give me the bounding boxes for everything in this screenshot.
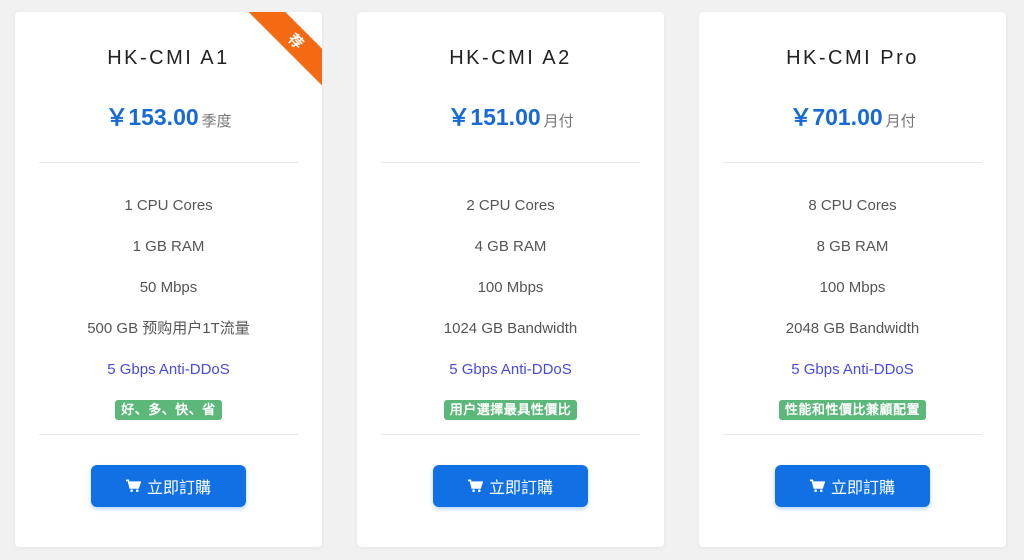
feature-list: 1 CPU Cores 1 GB RAM 50 Mbps 500 GB 预购用户… [15, 185, 322, 390]
plan-name: HK-CMI A2 [449, 47, 572, 69]
pricing-cards: 荐 HK-CMI A1 ￥153.00 季度 1 CPU Cores 1 GB R… [0, 0, 1024, 560]
feature-ram: 1 GB RAM [132, 238, 205, 255]
plan-card-hk-cmi-a1: 荐 HK-CMI A1 ￥153.00 季度 1 CPU Cores 1 GB R… [15, 12, 322, 547]
billing-period: 月付 [543, 113, 574, 130]
divider [39, 162, 298, 163]
plan-tag: 好、多、快、省 [115, 399, 222, 420]
order-now-label: 立即訂購 [488, 480, 553, 497]
divider [723, 162, 982, 163]
plan-price: ￥701.00 [789, 104, 883, 130]
plan-name: HK-CMI Pro [786, 47, 919, 69]
feature-bandwidth-speed: 100 Mbps [477, 279, 544, 296]
billing-period: 月付 [885, 113, 916, 130]
order-now-button[interactable]: 立即訂購 [91, 465, 246, 507]
tag-row: 性能和性價比兼顧配置 [699, 390, 1006, 430]
plan-name: HK-CMI A1 [107, 47, 230, 69]
feature-traffic: 2048 GB Bandwidth [785, 320, 920, 337]
feature-bandwidth-speed: 50 Mbps [139, 279, 198, 296]
feature-ram: 4 GB RAM [474, 238, 547, 255]
plan-price: ￥153.00 [105, 104, 199, 130]
plan-price: ￥151.00 [447, 104, 541, 130]
price-row: ￥153.00 季度 [15, 102, 322, 132]
order-now-button[interactable]: 立即訂購 [433, 465, 588, 507]
feature-bandwidth-speed: 100 Mbps [819, 279, 886, 296]
order-now-button[interactable]: 立即訂購 [775, 465, 930, 507]
shopping-cart-icon [467, 479, 483, 492]
divider [381, 434, 640, 435]
order-now-label: 立即訂購 [146, 480, 211, 497]
billing-period: 季度 [201, 113, 232, 130]
tag-row: 好、多、快、省 [15, 390, 322, 430]
feature-cpu: 1 CPU Cores [124, 197, 213, 214]
shopping-cart-icon [125, 479, 141, 492]
feature-list: 2 CPU Cores 4 GB RAM 100 Mbps 1024 GB Ba… [357, 185, 664, 390]
feature-ddos: 5 Gbps Anti-DDoS [449, 361, 572, 378]
plan-tag: 用户選擇最具性價比 [443, 399, 578, 420]
plan-card-hk-cmi-a2: HK-CMI A2 ￥151.00 月付 2 CPU Cores 4 GB RAM… [357, 12, 664, 547]
feature-cpu: 8 CPU Cores [808, 197, 897, 214]
price-row: ￥701.00 月付 [699, 102, 1006, 132]
feature-list: 8 CPU Cores 8 GB RAM 100 Mbps 2048 GB Ba… [699, 185, 1006, 390]
divider [39, 434, 298, 435]
tag-row: 用户選擇最具性價比 [357, 390, 664, 430]
feature-ram: 8 GB RAM [816, 238, 889, 255]
feature-traffic: 1024 GB Bandwidth [443, 320, 578, 337]
feature-traffic: 500 GB 预购用户1T流量 [87, 320, 250, 337]
divider [381, 162, 640, 163]
feature-ddos: 5 Gbps Anti-DDoS [791, 361, 914, 378]
shopping-cart-icon [809, 479, 825, 492]
price-row: ￥151.00 月付 [357, 102, 664, 132]
divider [723, 434, 982, 435]
order-now-label: 立即訂購 [830, 480, 895, 497]
plan-card-hk-cmi-pro: HK-CMI Pro ￥701.00 月付 8 CPU Cores 8 GB RA… [699, 12, 1006, 547]
plan-tag: 性能和性價比兼顧配置 [778, 399, 926, 420]
feature-cpu: 2 CPU Cores [466, 197, 555, 214]
feature-ddos: 5 Gbps Anti-DDoS [107, 361, 230, 378]
